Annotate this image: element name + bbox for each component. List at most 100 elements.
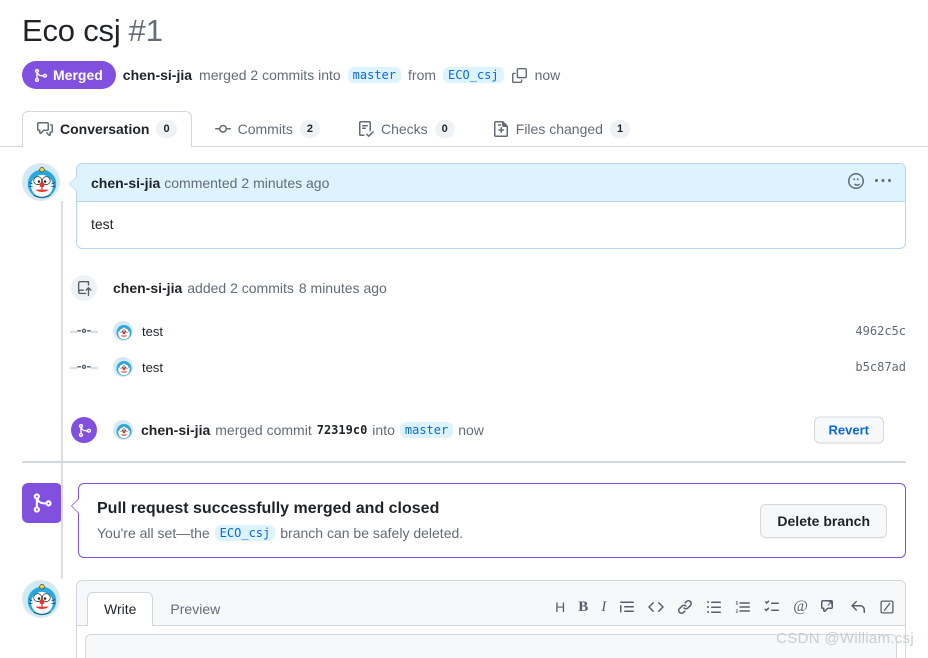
repo-push-icon	[69, 273, 99, 304]
merged-message-box: Pull request successfully merged and clo…	[71, 483, 906, 559]
pr-tablist: Conversation 0 Commits 2 Checks 0 Files …	[0, 106, 928, 148]
comment-textarea[interactable]	[85, 634, 897, 658]
merge-event-time: now	[458, 422, 484, 439]
quote-icon[interactable]	[619, 599, 635, 615]
head-branch-tag[interactable]: ECO_csj	[443, 67, 504, 84]
cross-reference-icon[interactable]	[821, 599, 837, 615]
git-merge-icon	[22, 483, 62, 524]
markdown-toolbar: H B I @	[555, 599, 895, 625]
pr-title-text: Eco csj	[22, 13, 121, 48]
status-badge: Merged	[22, 61, 116, 90]
commit-message[interactable]: test	[142, 324, 163, 339]
timeline-event-merged: chen-si-jia merged commit 72319c0 into m…	[22, 413, 906, 447]
editor-tablist: Write Preview H B I @	[77, 581, 905, 627]
tab-conversation-label: Conversation	[60, 121, 150, 138]
merge-event-text: chen-si-jia merged commit 72319c0 into m…	[113, 420, 484, 441]
pr-number: #1	[128, 13, 164, 48]
added-commits-action: added 2 commits	[187, 280, 294, 297]
comment-author[interactable]: chen-si-jia	[91, 175, 160, 191]
file-diff-icon	[493, 121, 509, 138]
merge-event-sha[interactable]: 72319c0	[317, 423, 368, 437]
from-label: from	[408, 67, 437, 84]
task-list-icon[interactable]	[764, 599, 780, 615]
merged-title: Pull request successfully merged and clo…	[97, 500, 440, 518]
comment-header-actions	[848, 173, 891, 192]
tab-checks-count: 0	[434, 120, 455, 139]
avatar[interactable]	[22, 580, 60, 619]
heading-icon[interactable]: H	[555, 600, 565, 614]
commit-rail-right	[91, 331, 98, 334]
avatar[interactable]	[113, 321, 133, 342]
base-branch-tag[interactable]: master	[347, 67, 402, 84]
git-commit-icon	[77, 324, 91, 338]
code-icon[interactable]	[648, 599, 665, 615]
bold-icon[interactable]: B	[578, 599, 588, 615]
commit-sha[interactable]: b5c87ad	[855, 360, 906, 374]
tab-write[interactable]: Write	[87, 592, 154, 627]
merged-subtitle-before: You're all set—the	[97, 525, 210, 542]
tab-commits[interactable]: Commits 2	[200, 111, 335, 147]
merged-branch-tag[interactable]: ECO_csj	[214, 525, 276, 542]
ordered-list-icon[interactable]	[735, 599, 751, 615]
merge-event-author[interactable]: chen-si-jia	[141, 422, 210, 438]
copy-icon[interactable]	[511, 67, 527, 83]
status-badge-label: Merged	[53, 67, 103, 84]
revert-button-wrapper: Revert	[813, 416, 884, 444]
tab-preview[interactable]: Preview	[153, 592, 237, 626]
smiley-icon[interactable]	[848, 173, 864, 192]
comment-discussion-icon	[37, 121, 53, 137]
commit-rail-right	[91, 367, 98, 370]
commit-message[interactable]: test	[142, 360, 163, 375]
checklist-icon	[358, 121, 374, 138]
comment-action: commented	[164, 174, 238, 191]
comment-thread: chen-si-jia commented 2 minutes ago test	[22, 163, 906, 250]
merged-subtitle: You're all set—the ECO_csj branch can be…	[97, 525, 760, 542]
tab-conversation-count: 0	[156, 120, 177, 139]
timeline-event-added-commits: chen-si-jia added 2 commits 8 minutes ag…	[22, 271, 906, 305]
added-commits-author[interactable]: chen-si-jia	[113, 280, 182, 296]
commit-sha[interactable]: 4962c5c	[855, 324, 906, 338]
mention-icon[interactable]: @	[793, 599, 808, 615]
saved-replies-icon[interactable]	[879, 599, 895, 615]
commit-rail-left	[70, 331, 77, 334]
revert-button[interactable]: Revert	[813, 416, 884, 444]
commit-body: test	[113, 321, 163, 342]
comment-editor: Write Preview H B I @	[76, 580, 906, 658]
commit-body: test	[113, 357, 163, 378]
italic-icon[interactable]: I	[601, 599, 606, 615]
tab-files-changed[interactable]: Files changed 1	[478, 111, 645, 147]
added-commits-time: 8 minutes ago	[298, 280, 387, 297]
tab-conversation[interactable]: Conversation 0	[22, 111, 192, 148]
timeline-commit-row: test b5c87ad	[22, 349, 906, 385]
new-comment-form: Write Preview H B I @	[0, 558, 928, 658]
pr-meta-row: Merged chen-si-jia merged 2 commits into…	[0, 49, 928, 90]
git-commit-icon	[77, 360, 91, 374]
page-title: Eco csj #1	[0, 0, 928, 49]
git-merge-icon	[33, 68, 48, 83]
merge-event-action: merged commit	[215, 422, 312, 439]
merge-event-branch[interactable]: master	[399, 422, 454, 439]
kebab-horizontal-icon[interactable]	[875, 173, 891, 192]
merged-panel: Pull request successfully merged and clo…	[0, 463, 928, 559]
delete-branch-button[interactable]: Delete branch	[760, 503, 887, 538]
avatar[interactable]	[113, 357, 133, 378]
git-commit-icon	[214, 121, 231, 137]
merge-summary-text: merged 2 commits into	[199, 67, 341, 84]
timeline-commit-row: test 4962c5c	[22, 313, 906, 349]
merged-subtitle-after: branch can be safely deleted.	[280, 525, 464, 542]
commit-rail-left	[70, 367, 77, 370]
avatar[interactable]	[22, 163, 60, 202]
added-commits-text: chen-si-jia added 2 commits 8 minutes ag…	[113, 280, 387, 296]
comment-header: chen-si-jia commented 2 minutes ago	[77, 164, 905, 203]
pr-author[interactable]: chen-si-jia	[123, 67, 192, 83]
timeline-rail	[61, 201, 63, 580]
tab-commits-count: 2	[299, 120, 320, 139]
avatar[interactable]	[113, 420, 133, 441]
tab-checks-label: Checks	[380, 121, 428, 138]
pr-timeline: chen-si-jia commented 2 minutes ago test…	[0, 147, 928, 580]
unordered-list-icon[interactable]	[706, 599, 722, 615]
reply-icon[interactable]	[850, 599, 866, 615]
pull-request-page: Eco csj #1 Merged chen-si-jia merged 2 c…	[0, 0, 928, 658]
tab-checks[interactable]: Checks 0	[343, 111, 470, 147]
link-icon[interactable]	[677, 599, 693, 615]
